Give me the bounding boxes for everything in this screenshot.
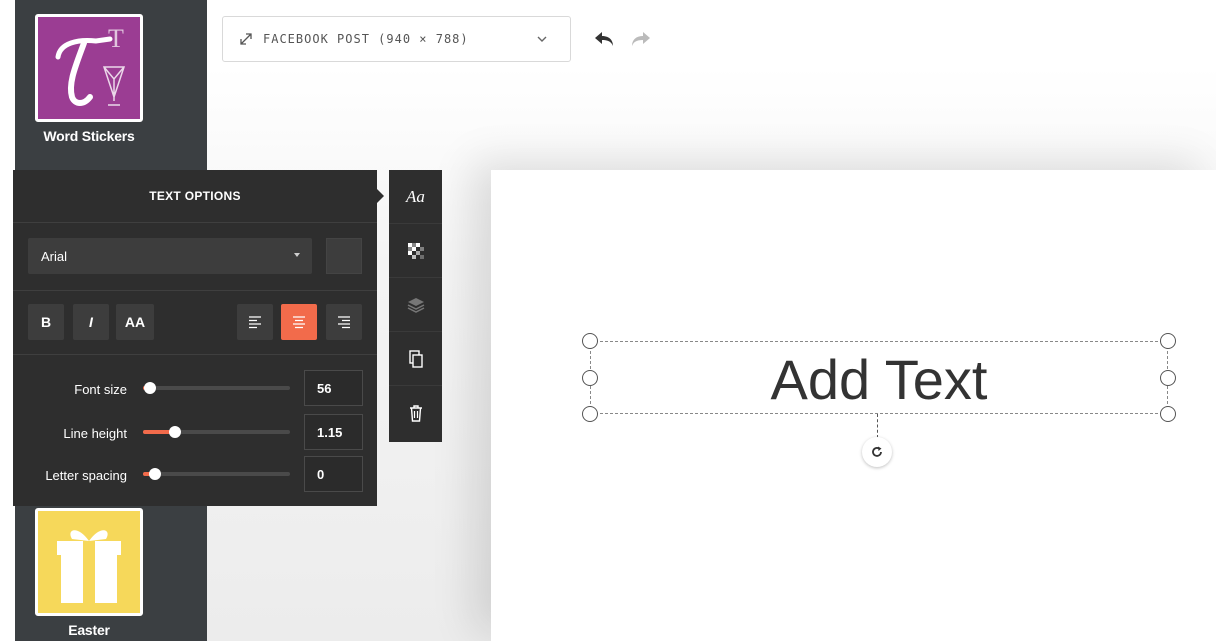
duplicate-button[interactable] bbox=[389, 332, 442, 386]
align-right-icon bbox=[338, 316, 350, 329]
align-left-icon bbox=[249, 316, 261, 329]
font-size-label: Font size bbox=[74, 382, 127, 397]
sticker-label: Word Stickers bbox=[43, 128, 135, 144]
italic-label: I bbox=[89, 314, 93, 330]
resize-icon bbox=[240, 33, 252, 45]
line-height-label: Line height bbox=[63, 426, 127, 441]
text-options-button[interactable]: Aa bbox=[389, 170, 442, 224]
uppercase-button[interactable]: AA bbox=[116, 304, 154, 340]
uppercase-label: AA bbox=[124, 314, 146, 330]
letter-spacing-label: Letter spacing bbox=[45, 468, 127, 483]
sticker-easter[interactable]: Easter bbox=[35, 508, 143, 638]
object-toolbar: Aa bbox=[389, 170, 442, 442]
slider-knob[interactable] bbox=[169, 426, 182, 438]
font-size-slider[interactable] bbox=[143, 382, 290, 394]
text-color-swatch[interactable] bbox=[326, 238, 362, 274]
text-options-panel: TEXT OPTIONS Arial B I AA Font size 56 L… bbox=[13, 170, 377, 506]
line-height-slider[interactable] bbox=[143, 426, 290, 438]
align-right-button[interactable] bbox=[326, 304, 362, 340]
slider-knob[interactable] bbox=[144, 382, 157, 394]
trash-icon bbox=[409, 405, 422, 422]
slider-knob[interactable] bbox=[148, 468, 161, 480]
layers-button[interactable] bbox=[389, 278, 442, 332]
svg-text:T: T bbox=[108, 24, 124, 53]
font-family-value: Arial bbox=[41, 248, 68, 264]
chevron-down-icon bbox=[537, 36, 547, 42]
transparency-button[interactable] bbox=[389, 224, 442, 278]
italic-button[interactable]: I bbox=[73, 304, 109, 340]
delete-button[interactable] bbox=[389, 386, 442, 440]
rotate-connector bbox=[877, 414, 878, 438]
line-height-input[interactable]: 1.15 bbox=[304, 414, 363, 450]
letter-spacing-slider[interactable] bbox=[143, 468, 290, 480]
resize-handle-middle-left[interactable] bbox=[582, 370, 598, 386]
app-root: T Word Stickers Easter FACEBOOK POST (94… bbox=[0, 0, 1216, 641]
align-center-button[interactable] bbox=[281, 304, 317, 340]
bold-label: B bbox=[40, 314, 52, 330]
caret-down-icon bbox=[294, 253, 300, 257]
divider bbox=[13, 290, 377, 291]
panel-pointer bbox=[377, 189, 384, 203]
resize-handle-bottom-right[interactable] bbox=[1160, 406, 1176, 422]
rotate-icon bbox=[872, 446, 882, 457]
rotate-handle[interactable] bbox=[862, 437, 892, 467]
text-options-glyph: Aa bbox=[406, 186, 425, 206]
transparency-icon bbox=[407, 242, 424, 259]
undo-icon[interactable] bbox=[593, 30, 615, 48]
sticker-word-stickers[interactable]: T Word Stickers bbox=[35, 14, 143, 144]
layers-icon bbox=[407, 297, 424, 313]
canvas-size-select[interactable]: FACEBOOK POST (940 × 788) bbox=[222, 16, 571, 62]
text-object[interactable]: Add Text bbox=[590, 341, 1168, 414]
canvas-size-label: FACEBOOK POST (940 × 788) bbox=[263, 32, 469, 46]
duplicate-icon bbox=[408, 349, 423, 368]
canvas-text[interactable]: Add Text bbox=[591, 348, 1167, 412]
resize-handle-top-right[interactable] bbox=[1160, 333, 1176, 349]
align-center-icon bbox=[293, 316, 305, 329]
align-left-button[interactable] bbox=[237, 304, 273, 340]
resize-handle-middle-right[interactable] bbox=[1160, 370, 1176, 386]
gift-icon bbox=[35, 508, 143, 616]
redo-icon[interactable] bbox=[630, 30, 652, 48]
letter-spacing-input[interactable]: 0 bbox=[304, 456, 363, 492]
font-family-select[interactable]: Arial bbox=[28, 238, 312, 274]
divider bbox=[13, 354, 377, 355]
word-stickers-icon: T bbox=[35, 14, 143, 122]
resize-handle-bottom-left[interactable] bbox=[582, 406, 598, 422]
font-size-input[interactable]: 56 bbox=[304, 370, 363, 406]
panel-title: TEXT OPTIONS bbox=[13, 170, 377, 223]
resize-handle-top-left[interactable] bbox=[582, 333, 598, 349]
bold-button[interactable]: B bbox=[28, 304, 64, 340]
sticker-label: Easter bbox=[68, 622, 110, 638]
